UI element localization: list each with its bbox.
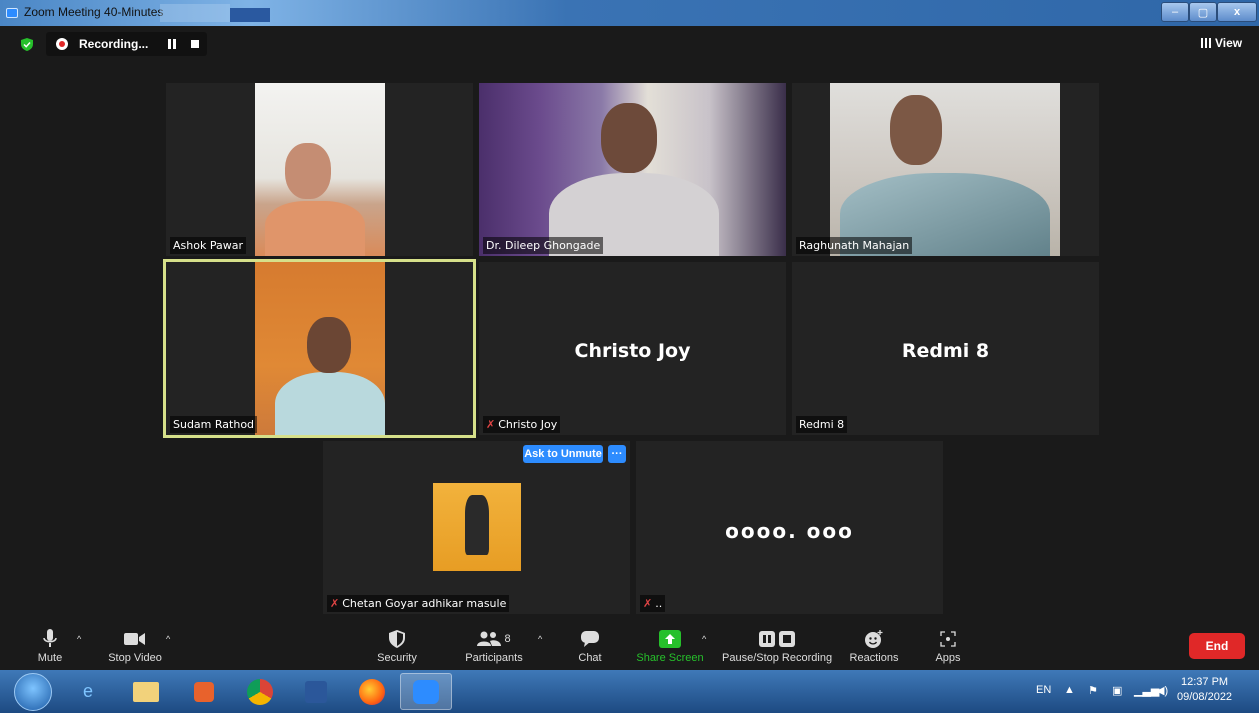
participant-display-name: ᴏᴏᴏᴏ. ᴏᴏᴏ <box>725 519 854 543</box>
record-dot-icon <box>56 38 68 50</box>
muted-mic-icon: ✗ <box>643 597 653 610</box>
show-hidden-icons-chevron-icon[interactable]: ▲ <box>1064 684 1075 696</box>
video-tile-sudam-active-speaker[interactable]: Sudam Rathod <box>163 259 476 438</box>
more-options-button[interactable]: ··· <box>608 445 626 463</box>
video-tile-christo[interactable]: Christo Joy ✗ Christo Joy <box>479 262 786 435</box>
window-title: Zoom Meeting 40-Minutes <box>24 5 164 19</box>
file-explorer-icon[interactable] <box>120 673 172 710</box>
microphone-icon <box>43 629 57 647</box>
video-tile-dileep[interactable]: Dr. Dileep Ghongade <box>479 83 786 256</box>
participant-profile-picture <box>433 483 521 571</box>
chat-button[interactable]: Chat <box>570 628 610 664</box>
pause-recording-button[interactable] <box>167 39 177 49</box>
participant-video <box>255 262 385 435</box>
muted-mic-icon: ✗ <box>330 597 340 610</box>
share-screen-arrow-icon <box>659 630 681 648</box>
reactions-button[interactable]: Reactions <box>846 628 902 664</box>
clock-time: 12:37 PM <box>1180 676 1229 688</box>
reactions-label: Reactions <box>849 652 899 664</box>
language-indicator[interactable]: EN <box>1036 684 1051 696</box>
participant-name-label: ✗ Christo Joy <box>483 416 561 433</box>
stop-video-label: Stop Video <box>108 652 162 664</box>
video-tile-raghunath[interactable]: Raghunath Mahajan <box>792 83 1099 256</box>
participant-name-label: ✗.. <box>640 595 666 612</box>
video-options-chevron-icon[interactable]: ^ <box>166 634 170 644</box>
stop-icon <box>779 631 795 647</box>
zoom-taskbar-icon[interactable] <box>400 673 452 710</box>
view-label: View <box>1215 36 1243 50</box>
meeting-toolbar: Mute ^ Stop Video ^ Security 8 Participa… <box>0 624 1259 670</box>
close-button[interactable]: x <box>1217 2 1257 22</box>
share-screen-label: Share Screen <box>636 652 704 664</box>
recording-indicator: Recording... <box>46 32 207 56</box>
end-meeting-button[interactable]: End <box>1189 633 1245 659</box>
pause-icon <box>759 631 775 647</box>
encryption-shield-icon[interactable] <box>21 38 33 51</box>
audio-options-chevron-icon[interactable]: ^ <box>77 634 81 644</box>
reactions-smiley-icon <box>865 630 883 648</box>
participants-button[interactable]: 8 Participants <box>462 628 526 664</box>
share-screen-button[interactable]: Share Screen <box>636 628 704 664</box>
titlebar-decoration <box>230 8 270 22</box>
clock-date: 09/08/2022 <box>1177 691 1233 703</box>
stop-recording-button[interactable] <box>191 40 199 48</box>
video-tile-chetan[interactable]: Ask to Unmute ··· ✗ Chetan Goyar adhikar … <box>323 441 630 614</box>
participant-video <box>479 83 786 256</box>
window-titlebar: Zoom Meeting 40-Minutes – ▢ x <box>0 0 1259 26</box>
participant-name-label: Raghunath Mahajan <box>796 237 913 254</box>
participant-name-label: Ashok Pawar <box>170 237 246 254</box>
security-shield-icon <box>389 630 405 648</box>
media-player-icon[interactable] <box>178 673 230 710</box>
firefox-icon[interactable] <box>346 673 398 710</box>
maximize-button[interactable]: ▢ <box>1189 2 1217 22</box>
apps-icon <box>940 631 956 647</box>
internet-explorer-icon[interactable]: e <box>62 673 114 710</box>
system-clock[interactable]: 12:37 PM 09/08/2022 <box>1177 675 1232 705</box>
video-tile-ashok[interactable]: Ashok Pawar <box>166 83 473 256</box>
participant-name-label: Sudam Rathod <box>170 416 258 433</box>
recording-label: Recording... <box>79 37 149 51</box>
ask-to-unmute-button[interactable]: Ask to Unmute <box>523 445 603 463</box>
pause-stop-recording-label: Pause/Stop Recording <box>722 652 833 664</box>
security-button[interactable]: Security <box>372 628 422 664</box>
security-label: Security <box>377 652 417 664</box>
participant-video <box>830 83 1060 256</box>
chat-bubble-icon <box>581 631 599 647</box>
video-tile-unknown[interactable]: ᴏᴏᴏᴏ. ᴏᴏᴏ ✗.. <box>636 441 943 614</box>
chat-label: Chat <box>578 652 602 664</box>
participant-display-name: Christo Joy <box>574 340 691 362</box>
chrome-icon[interactable] <box>234 673 286 710</box>
muted-mic-icon: ✗ <box>486 418 496 431</box>
mute-label: Mute <box>37 652 63 664</box>
grid-view-icon <box>1201 38 1211 48</box>
participant-name-label: Dr. Dileep Ghongade <box>483 237 604 254</box>
mute-button[interactable]: Mute <box>30 628 70 664</box>
volume-icon[interactable]: ◀) <box>1156 684 1168 697</box>
zoom-logo-icon <box>6 8 18 18</box>
participant-name-label: Redmi 8 <box>796 416 848 433</box>
apps-label: Apps <box>935 652 961 664</box>
participants-count: 8 <box>504 633 511 645</box>
participant-name-label: ✗ Chetan Goyar adhikar masule <box>327 595 510 612</box>
participant-video <box>255 83 385 256</box>
participants-options-chevron-icon[interactable]: ^ <box>538 634 542 644</box>
titlebar-decoration <box>160 4 230 22</box>
view-button[interactable]: View <box>1201 36 1242 50</box>
windows-taskbar: e EN ▲ ⚑ ▣ ▁▃▅ ◀) 12:37 PM 09/08/2022 <box>0 670 1259 713</box>
video-camera-icon <box>124 633 145 645</box>
pause-stop-recording-button[interactable]: Pause/Stop Recording <box>722 628 832 664</box>
apps-button[interactable]: Apps <box>928 628 968 664</box>
participant-display-name: Redmi 8 <box>901 340 990 362</box>
network-icon[interactable]: ▣ <box>1112 684 1122 697</box>
participants-icon <box>477 631 502 646</box>
microsoft-word-icon[interactable] <box>290 673 342 710</box>
minimize-button[interactable]: – <box>1161 2 1189 22</box>
share-options-chevron-icon[interactable]: ^ <box>702 634 706 644</box>
video-tile-redmi[interactable]: Redmi 8 Redmi 8 <box>792 262 1099 435</box>
stop-video-button[interactable]: Stop Video <box>103 628 167 664</box>
windows-start-button[interactable] <box>14 673 52 711</box>
action-center-flag-icon[interactable]: ⚑ <box>1088 684 1098 697</box>
participants-label: Participants <box>465 652 523 664</box>
